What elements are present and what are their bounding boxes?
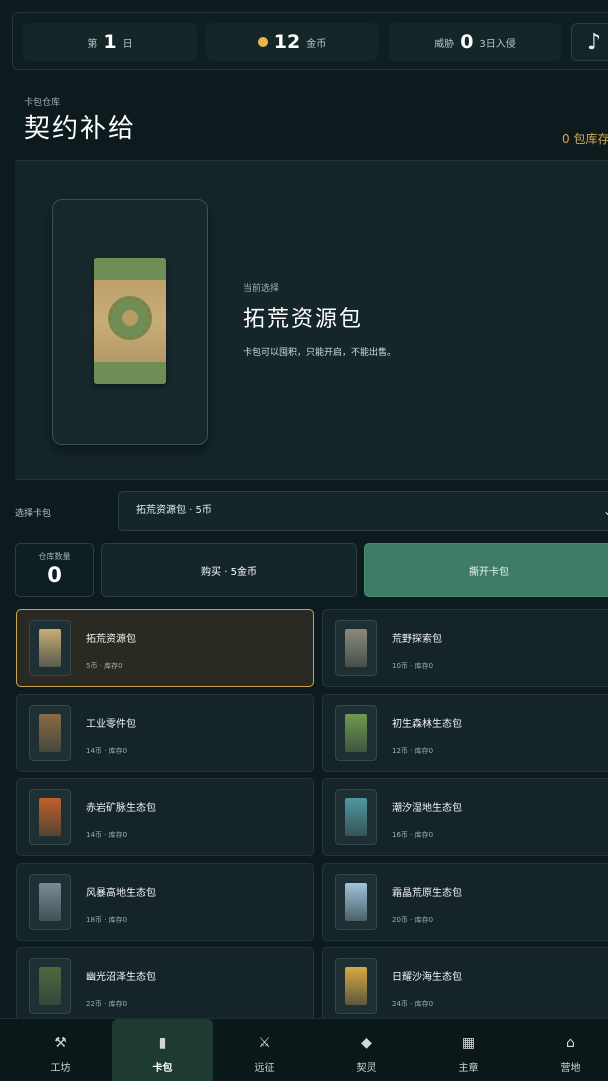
coin-icon xyxy=(257,37,268,47)
quantity-value: 0 xyxy=(47,563,62,587)
pack-name: 赤岩矿脉生态包 xyxy=(86,803,156,814)
chevron-down-icon: ⌄ xyxy=(603,492,608,530)
status-bar: 第 1 日 12 金币 威胁 0 3日入侵 ♪ xyxy=(12,12,608,70)
quantity-label: 仓库数量 xyxy=(38,552,71,561)
day-prefix: 第 xyxy=(87,38,98,50)
nav-label: 营地 xyxy=(560,1063,581,1074)
pack-name: 工业零件包 xyxy=(86,718,136,730)
day-value: 1 xyxy=(103,31,117,53)
pack-meta: 14币 · 库存0 xyxy=(86,746,128,755)
coins-suffix: 金币 xyxy=(306,38,327,50)
pack-item[interactable]: 荒野探索包 10币 · 库存0 xyxy=(322,609,608,687)
threat-counter: 威胁 0 3日入侵 xyxy=(389,23,561,61)
pack-item[interactable]: 霜晶荒原生态包 20币 · 库存0 xyxy=(322,862,608,941)
pack-item[interactable]: 工业零件包 14币 · 库存0 xyxy=(16,693,314,772)
pack-description: 卡包可以囤积，只能开启，不能出售。 xyxy=(243,348,397,358)
nav-label: 契灵 xyxy=(356,1063,377,1074)
pack-name: 潮汐湿地生态包 xyxy=(392,803,462,814)
pack-select[interactable]: 拓荒资源包 · 5币 ⌄ xyxy=(118,491,608,531)
nav-item-main-chapter[interactable]: ▦ 主章 xyxy=(418,1019,519,1081)
pack-art-icon xyxy=(94,258,166,384)
pack-item[interactable]: 拓荒资源包 5币 · 库存0 xyxy=(16,609,314,687)
anvil-icon: ⚒ xyxy=(54,1035,67,1051)
pack-select-label: 选择卡包 xyxy=(15,509,52,519)
nav-item-expedition[interactable]: ⚔ 远征 xyxy=(214,1019,315,1081)
gear-icon xyxy=(108,296,152,340)
pack-thumb-icon xyxy=(29,958,71,1014)
pack-name: 拓荒资源包 xyxy=(86,634,136,645)
pack-thumb-icon xyxy=(335,704,377,761)
day-counter: 第 1 日 xyxy=(23,23,197,61)
pack-preview-card[interactable] xyxy=(52,199,208,445)
pack-name: 初生森林生态包 xyxy=(392,718,462,730)
music-note-icon: ♪ xyxy=(586,29,602,55)
swords-icon: ⚔ xyxy=(258,1035,271,1051)
current-selection-label: 当前选择 xyxy=(243,284,280,294)
pack-meta: 10币 · 库存0 xyxy=(392,662,434,670)
page-title: 契约补给 xyxy=(24,114,137,144)
pack-thumb-icon xyxy=(335,873,377,930)
crystal-icon: ◆ xyxy=(361,1035,372,1051)
pack-thumb-icon xyxy=(335,789,377,845)
threat-prefix: 威胁 xyxy=(434,38,455,50)
nav-item-spirits[interactable]: ◆ 契灵 xyxy=(316,1019,417,1081)
day-suffix: 日 xyxy=(122,38,133,50)
camp-icon: ⌂ xyxy=(566,1035,575,1051)
pack-item[interactable]: 幽光沼泽生态包 22币 · 库存0 xyxy=(16,947,314,1025)
inventory-quantity: 仓库数量 0 xyxy=(15,543,94,597)
nav-label: 工坊 xyxy=(50,1063,71,1074)
music-toggle-button[interactable]: ♪ xyxy=(571,23,608,61)
pack-thumb-icon xyxy=(29,620,71,676)
pack-name: 霜晶荒原生态包 xyxy=(392,887,462,899)
pack-item[interactable]: 赤岩矿脉生态包 14币 · 库存0 xyxy=(16,778,314,856)
pack-meta: 12币 · 库存0 xyxy=(392,746,434,755)
nav-item-camp[interactable]: ⌂ 营地 xyxy=(520,1019,608,1081)
pack-item[interactable]: 初生森林生态包 12币 · 库存0 xyxy=(322,693,608,772)
nav-item-packs[interactable]: ▮ 卡包 xyxy=(112,1019,213,1081)
buy-button[interactable]: 购买 · 5金币 xyxy=(101,543,357,597)
pack-name: 风暴高地生态包 xyxy=(86,887,156,899)
coins-value: 12 xyxy=(273,31,301,53)
pack-meta: 22币 · 库存0 xyxy=(86,1000,128,1008)
nav-item-workshop[interactable]: ⚒ 工坊 xyxy=(10,1019,111,1081)
coin-counter: 12 金币 xyxy=(206,23,378,61)
pack-thumb-icon xyxy=(29,873,71,930)
pack-thumb-icon xyxy=(29,789,71,845)
pack-thumb-icon xyxy=(29,704,71,761)
pack-item[interactable]: 日耀沙海生态包 24币 · 库存0 xyxy=(322,947,608,1025)
current-pack-name: 拓荒资源包 xyxy=(243,307,364,332)
pack-showcase: 当前选择 拓荒资源包 卡包可以囤积，只能开启，不能出售。 xyxy=(15,160,608,480)
pack-meta: 24币 · 库存0 xyxy=(392,1000,434,1008)
book-icon: ▦ xyxy=(461,1035,476,1051)
bottom-nav: ⚒ 工坊 ▮ 卡包 ⚔ 远征 ◆ 契灵 ▦ 主章 ⌂ 营地 xyxy=(0,1018,608,1081)
open-pack-button[interactable]: 撕开卡包 xyxy=(364,543,608,597)
nav-label: 主章 xyxy=(458,1063,479,1074)
pack-meta: 14币 · 库存0 xyxy=(86,831,128,839)
pack-meta: 16币 · 库存0 xyxy=(392,831,434,839)
section-sublabel: 卡包仓库 xyxy=(24,98,61,108)
pack-thumb-icon xyxy=(335,620,377,676)
nav-label: 远征 xyxy=(254,1063,275,1074)
pack-meta: 18币 · 库存0 xyxy=(86,915,128,924)
pack-select-value: 拓荒资源包 · 5币 xyxy=(136,505,212,516)
pack-thumb-icon xyxy=(335,958,377,1014)
nav-label: 卡包 xyxy=(152,1063,173,1074)
pack-meta: 5币 · 库存0 xyxy=(86,662,123,670)
pack-item[interactable]: 风暴高地生态包 18币 · 库存0 xyxy=(16,862,314,941)
pack-meta: 20币 · 库存0 xyxy=(392,915,434,924)
stock-count: 0 包库存 xyxy=(562,132,608,146)
pack-name: 幽光沼泽生态包 xyxy=(86,972,156,983)
threat-suffix: 3日入侵 xyxy=(479,38,516,50)
card-pack-icon: ▮ xyxy=(158,1035,167,1051)
pack-item[interactable]: 潮汐湿地生态包 16币 · 库存0 xyxy=(322,778,608,856)
threat-value: 0 xyxy=(460,31,474,53)
pack-name: 日耀沙海生态包 xyxy=(392,972,462,983)
pack-name: 荒野探索包 xyxy=(392,634,442,645)
